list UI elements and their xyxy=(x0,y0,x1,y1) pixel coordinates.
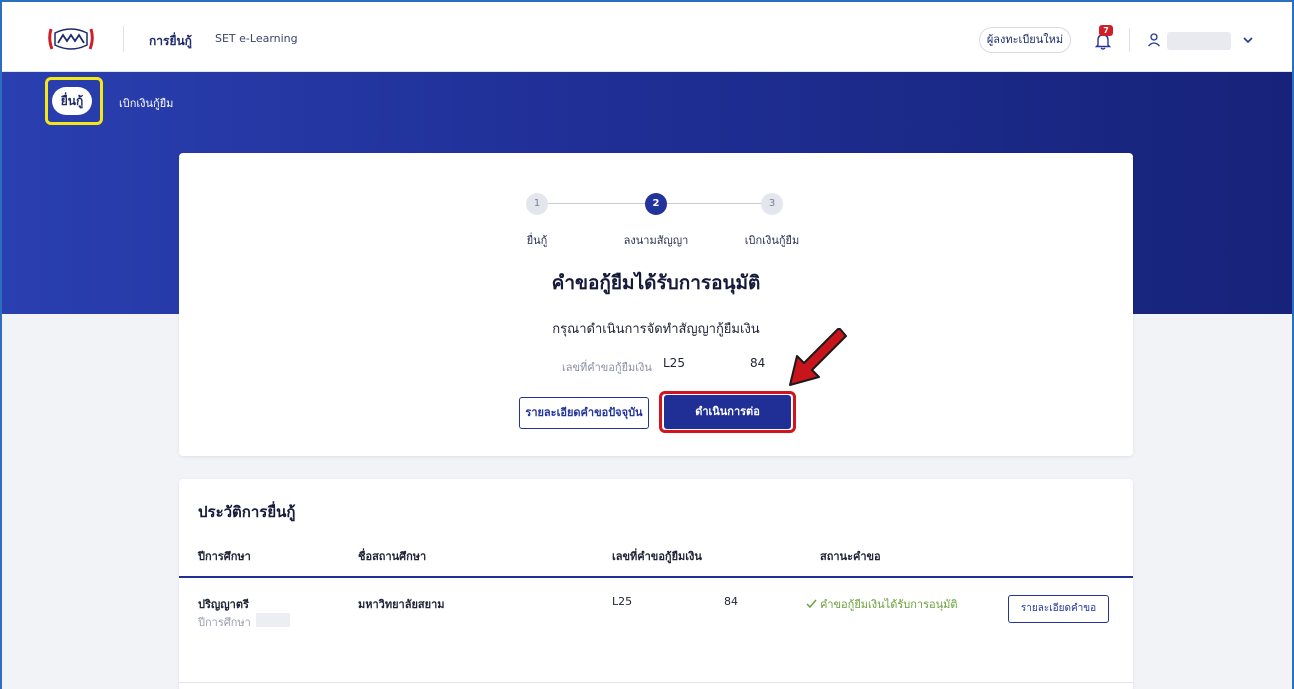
row-level: ปริญญาตรี xyxy=(198,598,249,611)
step-1-circle: 1 xyxy=(526,193,548,215)
row-year-redacted xyxy=(256,613,290,627)
nav-divider xyxy=(1129,28,1130,52)
approval-title: คำขอกู้ยืมได้รับการอนุมัติ xyxy=(551,272,761,294)
request-details-button[interactable]: รายละเอียดคำขอ xyxy=(1008,595,1109,623)
approval-subtitle: กรุณาดำเนินการจัดทำสัญญากู้ยืมเงิน xyxy=(552,322,760,337)
nav-divider xyxy=(123,26,124,52)
row-year-label: ปีการศึกษา xyxy=(198,616,251,629)
annotation-arrow-icon xyxy=(789,328,847,386)
subnav-tab-disbursement[interactable]: เบิกเงินกู้ยืม xyxy=(119,94,173,112)
continue-button[interactable]: ดำเนินการต่อ xyxy=(664,395,791,429)
step-2-circle: 2 xyxy=(645,193,667,215)
request-number-redacted xyxy=(684,357,744,372)
stepper-line xyxy=(667,203,771,204)
row-request-prefix: L25 xyxy=(612,595,633,608)
row-status: คำขอกู้ยืมเงินได้รับการอนุมัติ xyxy=(820,598,958,611)
user-name[interactable] xyxy=(1167,32,1231,50)
stepper-line xyxy=(537,203,655,204)
loan-history-card xyxy=(179,479,1133,689)
request-number-suffix: 84 xyxy=(750,356,766,370)
annotation-highlight-box xyxy=(45,77,103,125)
column-header-status: สถานะคำขอ xyxy=(820,550,881,563)
request-number-label: เลขที่คำขอกู้ยืมเงิน xyxy=(562,361,652,374)
row-request-suffix: 84 xyxy=(724,595,738,608)
column-header-request-number: เลขที่คำขอกู้ยืมเงิน xyxy=(612,550,702,563)
column-header-institution: ชื่อสถานศึกษา xyxy=(358,550,427,563)
step-3-label: เบิกเงินกู้ยืม xyxy=(744,234,800,247)
step-1-label: ยื่นกู้ xyxy=(526,234,548,247)
notification-badge: 7 xyxy=(1099,25,1113,36)
table-header-divider xyxy=(179,576,1133,578)
nav-link-loan[interactable]: การยื่นกู้ xyxy=(149,32,192,51)
nav-link-elearning[interactable]: SET e-Learning xyxy=(215,32,298,45)
step-2-label: ลงนามสัญญา xyxy=(623,234,689,247)
check-icon xyxy=(806,599,817,608)
request-number-prefix: L25 xyxy=(663,356,685,370)
register-button[interactable]: ผู้ลงทะเบียนใหม่ xyxy=(979,27,1071,53)
row-institution: มหาวิทยาลัยสยาม xyxy=(358,598,445,611)
current-request-details-button[interactable]: รายละเอียดคำขอปัจจุบัน xyxy=(519,397,649,429)
column-header-year: ปีการศึกษา xyxy=(198,550,251,563)
chevron-down-icon[interactable] xyxy=(1243,36,1253,44)
table-row-divider xyxy=(179,682,1133,683)
step-3-circle: 3 xyxy=(761,193,783,215)
app-frame: การยื่นกู้ SET e-Learning ผู้ลงทะเบียนให… xyxy=(0,0,1294,689)
user-icon[interactable] xyxy=(1147,32,1161,48)
history-title: ประวัติการยื่นกู้ xyxy=(198,503,296,521)
agency-logo-icon[interactable] xyxy=(48,27,94,51)
